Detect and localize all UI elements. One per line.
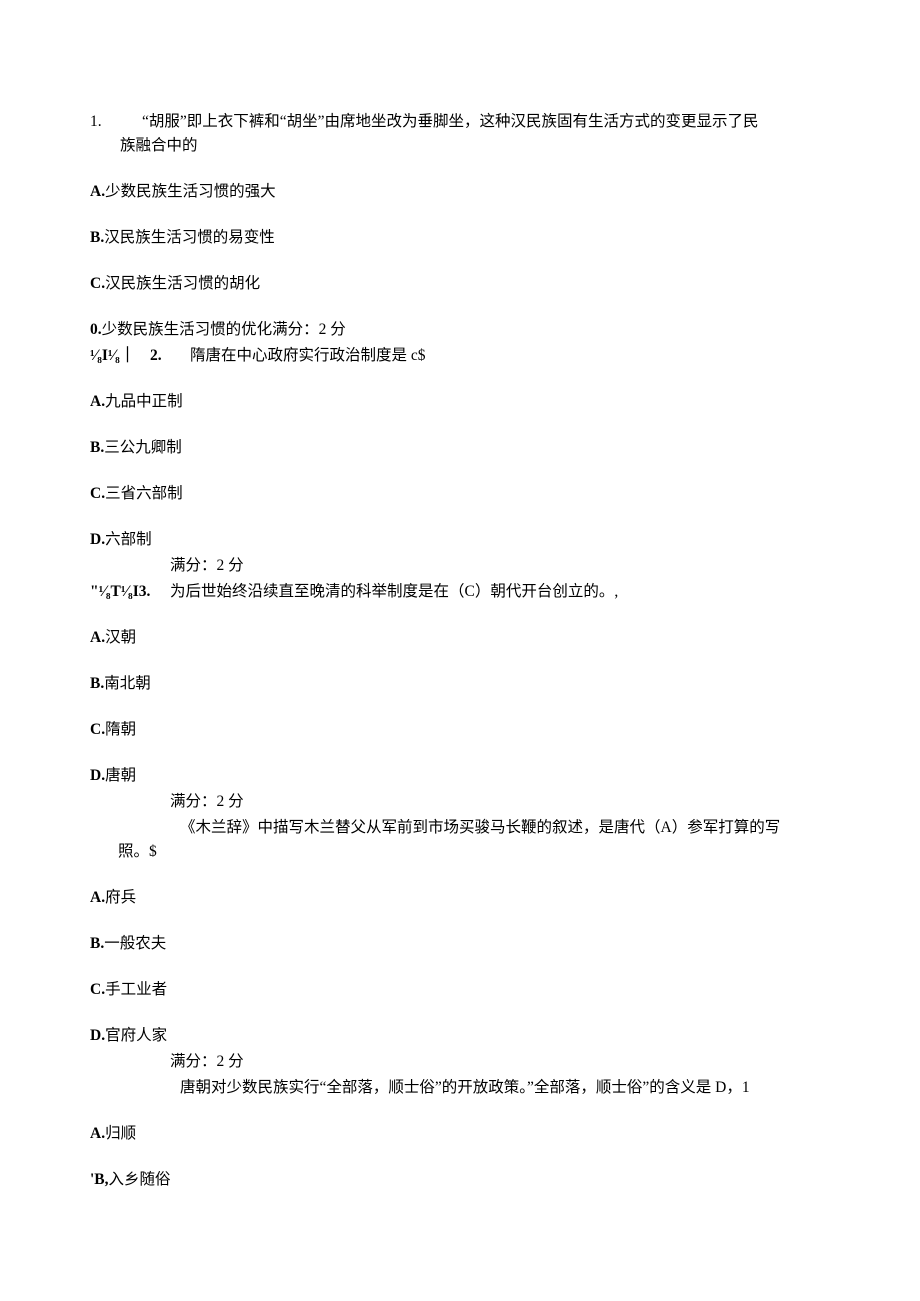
q3-score: 满分：2 分 bbox=[90, 790, 830, 814]
q2-number: 2. bbox=[150, 344, 178, 368]
q3-c-label: C. bbox=[90, 721, 105, 738]
q2-option-b: B.三公九卿制 bbox=[90, 436, 830, 460]
q3-option-c: C.隋朝 bbox=[90, 718, 830, 742]
q1-option-d: 0.少数民族生活习惯的优化满分：2 分 bbox=[90, 318, 830, 342]
q1-a-text: 少数民族生活习惯的强大 bbox=[105, 183, 276, 200]
q4-option-a: A.府兵 bbox=[90, 886, 830, 910]
q1-option-b: B.汉民族生活习惯的易变性 bbox=[90, 226, 830, 250]
q4-option-c: C.手工业者 bbox=[90, 978, 830, 1002]
q2-line: ¹⁄₈I¹⁄₈｜ 2. 隋唐在中心政府实行政治制度是 c$ bbox=[90, 344, 830, 368]
q5-line: 唐朝对少数民族实行“全部落，顺士俗”的开放政策。”全部落，顺士俗”的含义是 D，… bbox=[90, 1076, 830, 1100]
q5-a-label: A. bbox=[90, 1125, 105, 1142]
q4-option-d: D.官府人家 bbox=[90, 1024, 830, 1048]
q3-b-label: B. bbox=[90, 675, 104, 692]
q2-b-label: B. bbox=[90, 439, 104, 456]
q3-option-b: B.南北朝 bbox=[90, 672, 830, 696]
q3-line: "¹⁄₈T¹⁄₈I3. 为后世始终沿续直至晚清的科举制度是在（C）朝代开台创立的… bbox=[90, 580, 830, 604]
q2-a-text: 九品中正制 bbox=[105, 393, 183, 410]
q4-a-label: A. bbox=[90, 889, 105, 906]
q3-b-text: 南北朝 bbox=[104, 675, 151, 692]
q4-line1: 《木兰辞》中描写木兰替父从军前到市场买骏马长鞭的叙述，是唐代（A）参军打算的写 bbox=[90, 816, 830, 840]
q1-line2: 族融合中的 bbox=[90, 134, 830, 158]
q4-b-label: B. bbox=[90, 935, 104, 952]
q2-option-a: A.九品中正制 bbox=[90, 390, 830, 414]
q3-d-label: D. bbox=[90, 767, 105, 784]
q1-d-label: 0. bbox=[90, 321, 102, 338]
q1-number: 1. bbox=[90, 110, 142, 134]
q5-option-a: A.归顺 bbox=[90, 1122, 830, 1146]
q5-option-b: 'B,入乡随俗 bbox=[90, 1168, 830, 1192]
q3-option-a: A.汉朝 bbox=[90, 626, 830, 650]
q1-c-text: 汉民族生活习惯的胡化 bbox=[105, 275, 260, 292]
q4-c-text: 手工业者 bbox=[105, 981, 167, 998]
document-page: 1. “胡服”即上衣下裤和“胡坐”由席地坐改为垂脚坐，这种汉民族固有生活方式的变… bbox=[0, 0, 920, 1301]
q2-text: 隋唐在中心政府实行政治制度是 c$ bbox=[178, 344, 830, 368]
q3-prefix: "¹⁄₈T¹⁄₈I3. bbox=[90, 580, 170, 604]
q1-b-label: B. bbox=[90, 229, 104, 246]
q4-d-label: D. bbox=[90, 1027, 105, 1044]
q2-prefix: ¹⁄₈I¹⁄₈｜ bbox=[90, 344, 150, 368]
q1-c-label: C. bbox=[90, 275, 105, 292]
q1-option-c: C.汉民族生活习惯的胡化 bbox=[90, 272, 830, 296]
q3-a-text: 汉朝 bbox=[105, 629, 136, 646]
q3-c-text: 隋朝 bbox=[105, 721, 136, 738]
q4-b-text: 一般农夫 bbox=[104, 935, 166, 952]
q1-option-a: A.少数民族生活习惯的强大 bbox=[90, 180, 830, 204]
q1-a-label: A. bbox=[90, 183, 105, 200]
q4-c-label: C. bbox=[90, 981, 105, 998]
q2-a-label: A. bbox=[90, 393, 105, 410]
q4-option-b: B.一般农夫 bbox=[90, 932, 830, 956]
q5-b-text: 入乡随俗 bbox=[109, 1171, 171, 1188]
q4-a-text: 府兵 bbox=[105, 889, 136, 906]
q2-option-c: C.三省六部制 bbox=[90, 482, 830, 506]
q1-b-text: 汉民族生活习惯的易变性 bbox=[104, 229, 275, 246]
q5-b-label: 'B, bbox=[90, 1171, 109, 1188]
q3-option-d: D.唐朝 bbox=[90, 764, 830, 788]
q3-d-text: 唐朝 bbox=[105, 767, 136, 784]
q3-a-label: A. bbox=[90, 629, 105, 646]
q2-c-label: C. bbox=[90, 485, 105, 502]
q2-score: 满分：2 分 bbox=[90, 554, 830, 578]
q4-line2: 照。$ bbox=[90, 840, 830, 864]
q2-d-label: D. bbox=[90, 531, 105, 548]
q1-text-line1: “胡服”即上衣下裤和“胡坐”由席地坐改为垂脚坐，这种汉民族固有生活方式的变更显示… bbox=[142, 110, 830, 134]
q2-d-text: 六部制 bbox=[105, 531, 152, 548]
q5-a-text: 归顺 bbox=[105, 1125, 136, 1142]
q1-line1: 1. “胡服”即上衣下裤和“胡坐”由席地坐改为垂脚坐，这种汉民族固有生活方式的变… bbox=[90, 110, 830, 134]
q2-c-text: 三省六部制 bbox=[105, 485, 183, 502]
q4-score: 满分：2 分 bbox=[90, 1050, 830, 1074]
q2-option-d: D.六部制 bbox=[90, 528, 830, 552]
q4-d-text: 官府人家 bbox=[105, 1027, 167, 1044]
q1-d-text: 少数民族生活习惯的优化满分：2 分 bbox=[102, 321, 346, 338]
q2-b-text: 三公九卿制 bbox=[104, 439, 182, 456]
q3-text: 为后世始终沿续直至晚清的科举制度是在（C）朝代开台创立的。, bbox=[170, 580, 830, 604]
